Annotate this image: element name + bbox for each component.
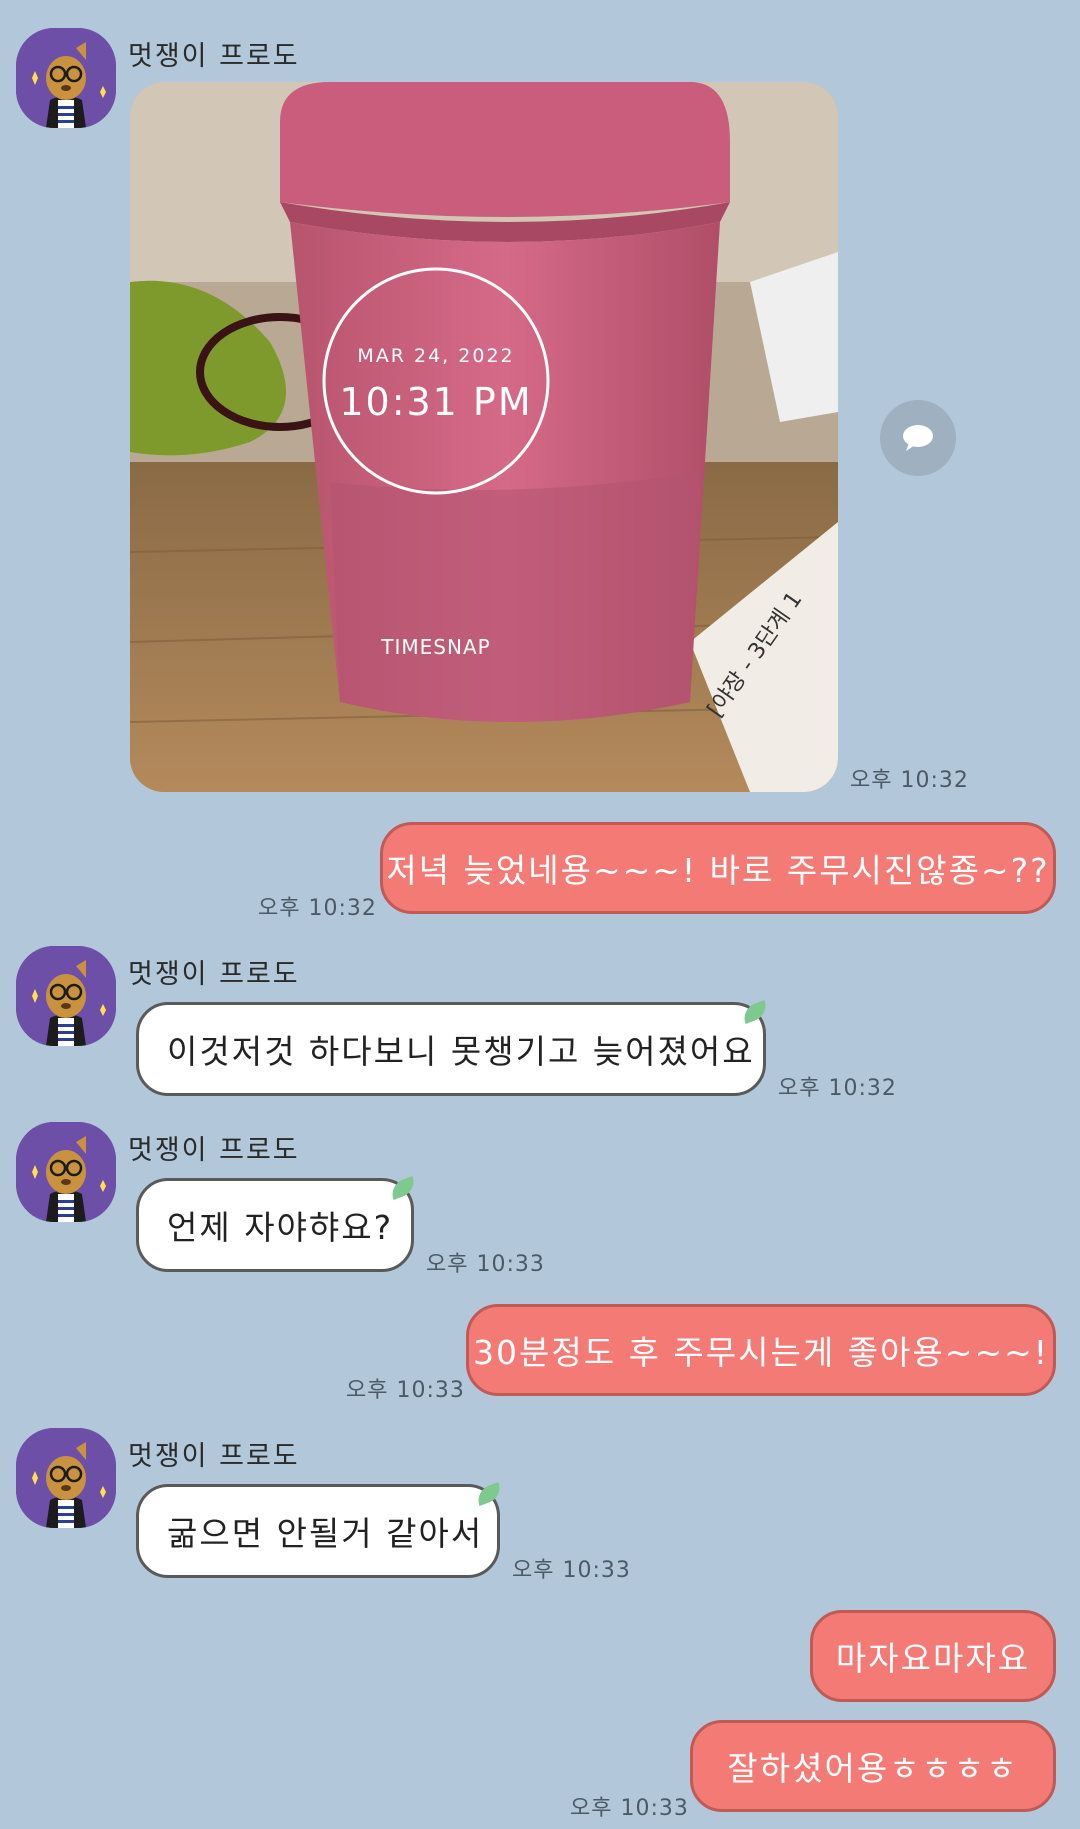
message-time: 오후 10:32 [778,1076,897,1101]
outgoing-message[interactable]: 저녁 늦었네용~~~! 바로 주무시진않죵~?? [380,822,1056,914]
incoming-message[interactable]: 이것저것 하다보니 못챙기고 늦어졌어요 [136,1002,766,1096]
sender-name: 멋쟁이 프로도 [128,959,300,990]
shared-photo[interactable]: [야장 - 3단계 1 MAR 24, 2022 10:31 PM TIMESN… [130,82,838,792]
frodo-avatar-icon [16,1122,116,1222]
frodo-avatar-icon [16,28,116,128]
message-time: 오후 10:33 [346,1378,465,1403]
photo-date: MAR 24, 2022 [357,345,514,367]
outgoing-message[interactable]: 30분정도 후 주무시는게 좋아용~~~! [466,1304,1056,1396]
incoming-message[interactable]: 언제 자야햐요? [136,1178,414,1272]
sender-name: 멋쟁이 프로도 [128,1135,300,1166]
message-time: 오후 10:33 [426,1252,545,1277]
message-time: 오후 10:33 [570,1796,689,1821]
photo-brand: TIMESNAP [380,635,490,659]
speech-bubble-icon [903,425,933,451]
sender-avatar[interactable] [16,1428,116,1528]
sender-name: 멋쟁이 프로도 [128,1441,300,1472]
outgoing-message[interactable]: 잘하셨어용ㅎㅎㅎㅎ [690,1720,1056,1812]
sender-avatar[interactable] [16,28,116,128]
photo-time: 10:31 PM [339,380,532,424]
outgoing-message[interactable]: 마자요마자요 [810,1610,1056,1702]
message-time: 오후 10:32 [258,896,377,921]
sender-avatar[interactable] [16,1122,116,1222]
incoming-message[interactable]: 굶으면 안될거 같아서 [136,1484,500,1578]
message-time: 오후 10:33 [512,1558,631,1583]
sender-name: 멋쟁이 프로도 [128,41,300,72]
message-time: 오후 10:32 [850,768,969,793]
frodo-avatar-icon [16,1428,116,1528]
sender-avatar[interactable] [16,946,116,1046]
share-button[interactable] [880,400,956,476]
frodo-avatar-icon [16,946,116,1046]
